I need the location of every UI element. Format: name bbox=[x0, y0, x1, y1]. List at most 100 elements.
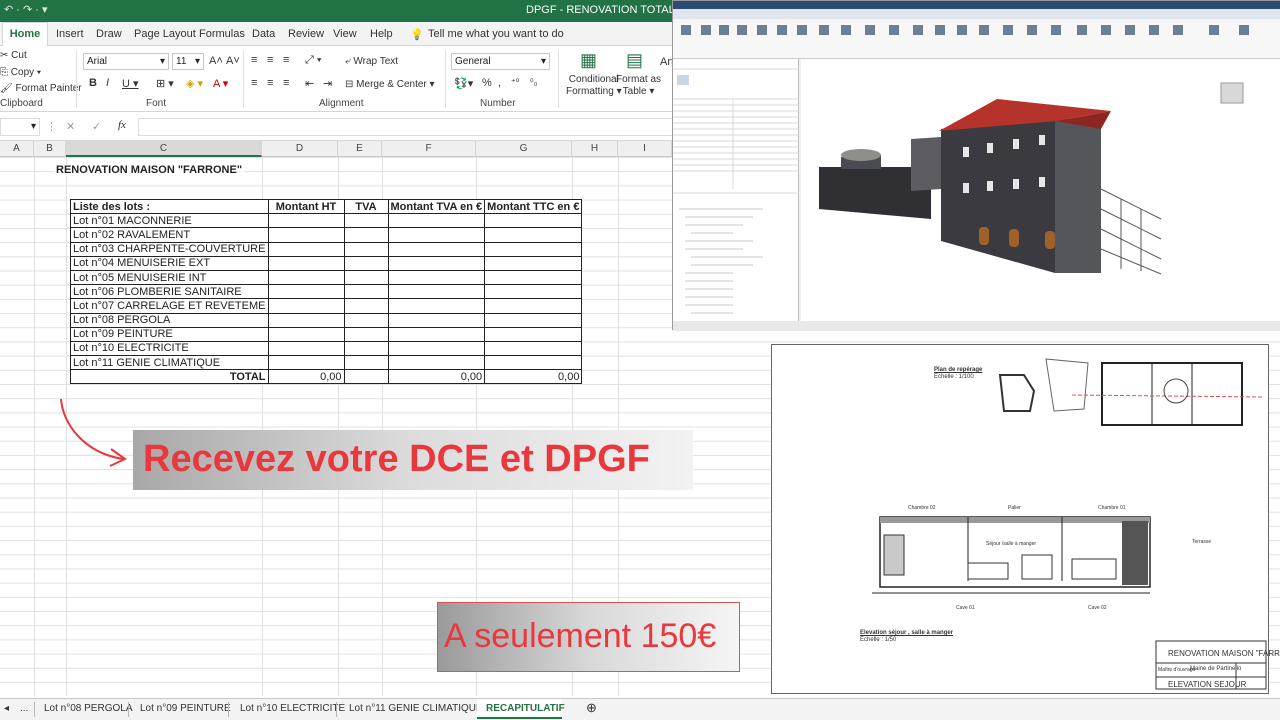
format-painter-button[interactable]: 🖌 Format Painter bbox=[0, 83, 82, 94]
add-sheet-icon[interactable]: ⊕ bbox=[586, 700, 597, 716]
sheet-tab-lot-08[interactable]: Lot n°08 PERGOLA bbox=[44, 703, 133, 714]
borders-button[interactable]: ⊞ ▾ bbox=[156, 77, 174, 90]
tab-insert[interactable]: Insert bbox=[56, 28, 84, 40]
align-center-button[interactable]: ≡ bbox=[267, 77, 273, 89]
tab-page-layout[interactable]: Page Layout bbox=[134, 28, 196, 40]
cell[interactable] bbox=[343, 355, 389, 371]
cut-button[interactable]: ✂ Cut bbox=[0, 50, 27, 61]
cancel-icon[interactable]: ✕ bbox=[66, 120, 75, 133]
lot-name[interactable]: Lot n°08 PERGOLA bbox=[70, 312, 269, 328]
total-ttc[interactable]: 0,00 bbox=[484, 369, 583, 385]
table-row[interactable]: Lot n°04 MENUISERIE EXT bbox=[70, 255, 583, 271]
cell[interactable] bbox=[343, 326, 389, 342]
increase-indent-button[interactable]: ⇥ bbox=[323, 77, 332, 90]
cell[interactable] bbox=[387, 284, 486, 300]
lot-name[interactable]: Lot n°09 PEINTURE bbox=[70, 326, 269, 342]
cell[interactable] bbox=[387, 312, 486, 328]
shrink-font-button[interactable]: A˅ bbox=[226, 55, 240, 67]
font-name-select[interactable]: Arial ▾ bbox=[83, 53, 169, 70]
cell[interactable] bbox=[267, 241, 345, 257]
cell[interactable] bbox=[387, 241, 486, 257]
number-format-select[interactable]: General ▾ bbox=[451, 53, 550, 70]
tell-me-search[interactable]: Tell me what you want to do bbox=[428, 28, 564, 40]
lot-name[interactable]: Lot n°05 MENUISERIE INT bbox=[70, 269, 269, 286]
cell[interactable] bbox=[484, 312, 583, 328]
align-middle-button[interactable]: ≡ bbox=[267, 54, 273, 66]
cell[interactable] bbox=[343, 312, 389, 328]
accounting-format-button[interactable]: 💱▾ bbox=[454, 77, 473, 90]
col-header-e[interactable]: E bbox=[338, 141, 382, 157]
col-header-b[interactable]: B bbox=[34, 141, 66, 157]
table-row[interactable]: Lot n°02 RAVALEMENT bbox=[70, 227, 583, 243]
cell[interactable] bbox=[387, 213, 486, 229]
cell[interactable] bbox=[267, 213, 345, 229]
wrap-text-button[interactable]: ⤶ Wrap Text bbox=[345, 56, 398, 67]
tab-draw[interactable]: Draw bbox=[96, 28, 122, 40]
tab-review[interactable]: Review bbox=[288, 28, 324, 40]
cell[interactable] bbox=[484, 298, 583, 314]
cell[interactable] bbox=[343, 298, 389, 314]
cell[interactable] bbox=[343, 241, 389, 257]
total-tva-rate[interactable] bbox=[343, 369, 389, 385]
cell[interactable] bbox=[484, 227, 583, 243]
cell[interactable] bbox=[387, 326, 486, 342]
comma-style-button[interactable]: , bbox=[498, 77, 501, 89]
tab-help[interactable]: Help bbox=[370, 28, 393, 40]
underline-button[interactable]: U ▾ bbox=[122, 77, 139, 90]
table-row[interactable]: Lot n°05 MENUISERIE INT bbox=[70, 269, 583, 286]
table-row[interactable]: Lot n°08 PERGOLA bbox=[70, 312, 583, 328]
sheet-tab-more[interactable]: ... bbox=[20, 703, 28, 714]
tab-home[interactable]: Home bbox=[2, 22, 48, 46]
lot-name[interactable]: Lot n°11 GENIE CLIMATIQUE bbox=[70, 355, 269, 371]
total-tva[interactable]: 0,00 bbox=[387, 369, 486, 385]
italic-button[interactable]: I bbox=[106, 77, 109, 89]
copy-button[interactable]: ⎘ Copy ▾ bbox=[0, 67, 41, 78]
total-label[interactable]: TOTAL bbox=[70, 369, 269, 385]
orientation-button[interactable]: ⤢ ▾ bbox=[305, 54, 321, 67]
cell[interactable] bbox=[343, 340, 389, 357]
cell[interactable] bbox=[387, 255, 486, 271]
bold-button[interactable]: B bbox=[89, 77, 97, 89]
cell[interactable] bbox=[484, 340, 583, 357]
font-size-select[interactable]: 11 ▾ bbox=[172, 53, 204, 70]
align-top-button[interactable]: ≡ bbox=[251, 54, 257, 66]
cell[interactable] bbox=[387, 340, 486, 357]
prev-sheet-icon[interactable]: ◂ bbox=[4, 703, 9, 714]
lot-name[interactable]: Lot n°06 PLOMBERIE SANITAIRE bbox=[70, 284, 269, 300]
increase-decimal-button[interactable]: ⁺⁰ bbox=[511, 77, 519, 88]
col-header-d[interactable]: D bbox=[262, 141, 338, 157]
col-header-i[interactable]: I bbox=[618, 141, 672, 157]
cell[interactable] bbox=[387, 227, 486, 243]
table-row[interactable]: Lot n°01 MACONNERIE bbox=[70, 213, 583, 229]
col-header-a[interactable]: A bbox=[0, 141, 34, 157]
sheet-tab-lot-09[interactable]: Lot n°09 PEINTURE bbox=[140, 703, 231, 714]
merge-center-button[interactable]: ⊟ Merge & Center ▾ bbox=[345, 79, 435, 90]
col-header-f[interactable]: F bbox=[382, 141, 476, 157]
cell[interactable] bbox=[387, 298, 486, 314]
fill-color-button[interactable]: ◈ ▾ bbox=[186, 77, 203, 90]
cell[interactable] bbox=[343, 269, 389, 286]
total-row[interactable]: TOTAL 0,00 0,00 0,00 bbox=[70, 369, 583, 385]
grow-font-button[interactable]: A˄ bbox=[209, 55, 223, 67]
lot-name[interactable]: Lot n°07 CARRELAGE ET REVETEME bbox=[70, 298, 269, 314]
cell[interactable] bbox=[484, 355, 583, 371]
enter-icon[interactable]: ✓ bbox=[92, 120, 101, 133]
font-color-button[interactable]: A ▾ bbox=[213, 77, 228, 90]
cell[interactable] bbox=[484, 326, 583, 342]
cell[interactable] bbox=[484, 241, 583, 257]
col-header-h[interactable]: H bbox=[572, 141, 618, 157]
conditional-formatting-button[interactable]: Conditional Formatting ▾ bbox=[566, 74, 622, 98]
align-left-button[interactable]: ≡ bbox=[251, 77, 257, 89]
align-bottom-button[interactable]: ≡ bbox=[283, 54, 289, 66]
cell[interactable] bbox=[267, 312, 345, 328]
cell[interactable] bbox=[343, 227, 389, 243]
cell[interactable] bbox=[484, 213, 583, 229]
cell[interactable] bbox=[484, 284, 583, 300]
cell[interactable] bbox=[484, 269, 583, 286]
format-as-table-button[interactable]: Format as Table ▾ bbox=[616, 74, 661, 98]
name-box[interactable]: ▾ bbox=[0, 118, 40, 136]
cell[interactable] bbox=[343, 255, 389, 271]
function-icon[interactable]: fx bbox=[118, 119, 126, 131]
lot-name[interactable]: Lot n°10 ELECTRICITE bbox=[70, 340, 269, 357]
percent-button[interactable]: % bbox=[482, 77, 492, 89]
